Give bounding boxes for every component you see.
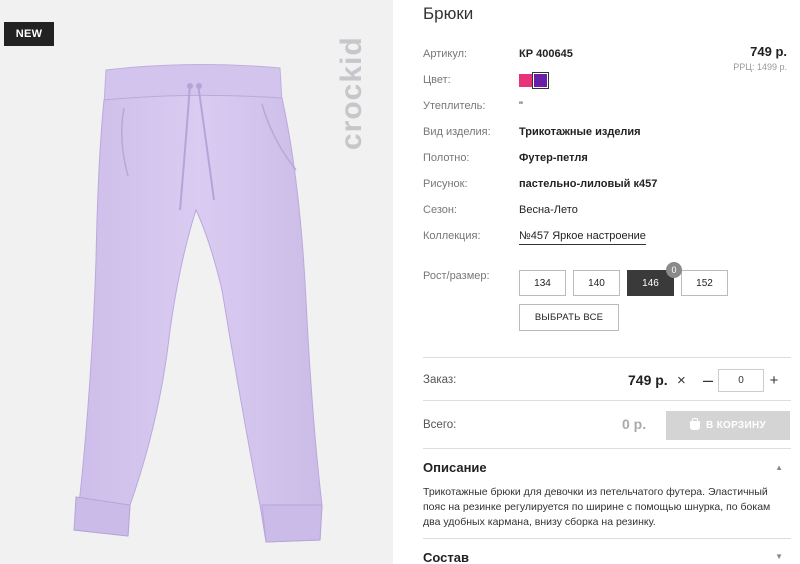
divider	[423, 357, 791, 358]
article-value: КР 400645	[519, 48, 573, 60]
brand-logo: crockid	[335, 36, 368, 150]
color-swatch-pink[interactable]	[519, 74, 532, 87]
pattern-value: пастельно-лиловый к457	[519, 178, 658, 190]
insulation-label: Утеплитель:	[423, 100, 486, 112]
description-text: Трикотажные брюки для девочки из петельч…	[423, 486, 771, 528]
season-value: Весна-Лето	[519, 204, 578, 216]
rrp-price: РРЦ: 1499 р.	[733, 62, 787, 72]
divider	[423, 448, 791, 449]
quantity-input[interactable]	[718, 369, 764, 392]
caret-down-icon[interactable]: ▼	[775, 552, 783, 561]
size-count-badge: 0	[666, 262, 682, 278]
product-type-label: Вид изделия:	[423, 126, 491, 138]
size-button-134[interactable]: 134	[519, 270, 566, 296]
product-image[interactable]: NEW crockid	[0, 0, 393, 564]
composition-toggle[interactable]: Состав	[423, 550, 469, 564]
article-label: Артикул:	[423, 48, 468, 60]
collection-label: Коллекция:	[423, 230, 481, 242]
increase-quantity-button[interactable]: +	[766, 369, 782, 391]
size-label: Рост/размер:	[423, 270, 490, 282]
color-label: Цвет:	[423, 74, 451, 86]
product-info: Брюки Артикул: КР 400645 749 р. РРЦ: 149…	[423, 0, 791, 564]
times-icon: ×	[677, 372, 686, 389]
total-label: Всего:	[423, 419, 457, 431]
season-label: Сезон:	[423, 204, 457, 216]
pattern-label: Рисунок:	[423, 178, 468, 190]
size-button-152[interactable]: 152	[681, 270, 728, 296]
add-to-cart-label: В КОРЗИНУ	[705, 420, 766, 431]
color-swatch-purple[interactable]	[532, 72, 549, 89]
size-button-140[interactable]: 140	[573, 270, 620, 296]
page-title: Брюки	[423, 4, 474, 23]
order-label: Заказ:	[423, 374, 457, 386]
product-type-value: Трикотажные изделия	[519, 126, 641, 138]
fabric-value: Футер-петля	[519, 152, 588, 164]
order-price: 749 р.	[628, 372, 668, 388]
decrease-quantity-button[interactable]: –	[700, 369, 716, 391]
description-toggle[interactable]: Описание	[423, 460, 487, 475]
total-value: 0 р.	[622, 416, 647, 432]
fabric-label: Полотно:	[423, 152, 470, 164]
divider	[423, 538, 791, 539]
collection-link[interactable]: №457 Яркое настроение	[519, 230, 646, 245]
add-to-cart-button[interactable]: В КОРЗИНУ	[666, 411, 790, 440]
price: 749 р.	[750, 44, 787, 59]
caret-up-icon[interactable]: ▲	[775, 463, 783, 472]
select-all-button[interactable]: ВЫБРАТЬ ВСЕ	[519, 304, 619, 331]
new-badge: NEW	[4, 22, 54, 46]
insulation-value: "	[519, 100, 523, 112]
bag-icon	[689, 418, 700, 430]
divider	[423, 400, 791, 401]
